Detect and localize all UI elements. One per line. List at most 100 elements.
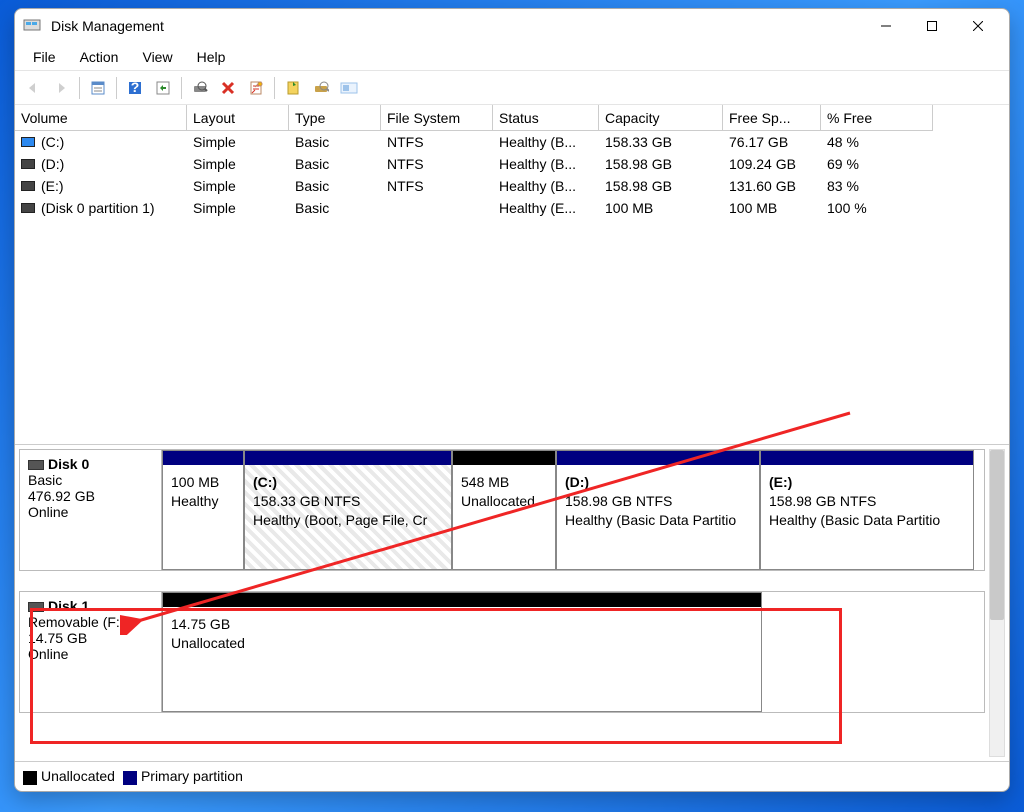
partition[interactable]: (C:)158.33 GB NTFSHealthy (Boot, Page Fi…: [244, 450, 452, 570]
volume-free: 131.60 GB: [723, 175, 821, 197]
disk-row[interactable]: Disk 0Basic476.92 GBOnline100 MBHealthy(…: [19, 449, 985, 571]
close-button[interactable]: [955, 11, 1001, 41]
show-hide-tree-button[interactable]: [86, 76, 110, 100]
properties-button[interactable]: [244, 76, 268, 100]
volume-capacity: 158.98 GB: [599, 153, 723, 175]
col-filesystem[interactable]: File System: [381, 105, 493, 131]
col-capacity[interactable]: Capacity: [599, 105, 723, 131]
col-status[interactable]: Status: [493, 105, 599, 131]
partition-line: Unallocated: [171, 634, 753, 653]
volume-free: 109.24 GB: [723, 153, 821, 175]
partition-line: Healthy: [171, 492, 235, 511]
disk-name: Disk 0: [48, 456, 89, 472]
partition-line: 100 MB: [171, 473, 235, 492]
disk-type: Removable (F:): [28, 614, 153, 630]
volume-pct-free: 83 %: [821, 175, 933, 197]
partition-body: 14.75 GBUnallocated: [163, 607, 761, 711]
volume-pct-free: 48 %: [821, 131, 933, 153]
partition-body: 100 MBHealthy: [163, 465, 243, 569]
volume-status: Healthy (E...: [493, 197, 599, 219]
help-button[interactable]: ?: [123, 76, 147, 100]
partition[interactable]: 548 MBUnallocated: [452, 450, 556, 570]
window-controls: [863, 11, 1001, 41]
menu-action[interactable]: Action: [68, 45, 131, 69]
legend: Unallocated Primary partition: [15, 761, 1009, 791]
volume-capacity: 158.33 GB: [599, 131, 723, 153]
col-volume[interactable]: Volume: [15, 105, 187, 131]
back-button: [21, 76, 45, 100]
menu-view[interactable]: View: [130, 45, 184, 69]
delete-button[interactable]: [216, 76, 240, 100]
drive-icon: [21, 159, 35, 169]
partition-body: (C:)158.33 GB NTFSHealthy (Boot, Page Fi…: [245, 465, 451, 569]
disk-panel-scrollbar[interactable]: [989, 449, 1005, 757]
partition[interactable]: 14.75 GBUnallocated: [162, 592, 762, 712]
disk-info: Disk 1Removable (F:)14.75 GBOnline: [20, 592, 162, 712]
col-pct-free[interactable]: % Free: [821, 105, 933, 131]
disk-type: Basic: [28, 472, 153, 488]
volume-filesystem: NTFS: [381, 131, 493, 153]
rescan-disks-button[interactable]: [188, 76, 212, 100]
partition-line: 14.75 GB: [171, 615, 753, 634]
disk-name: Disk 1: [48, 598, 89, 614]
partition[interactable]: (D:)158.98 GB NTFSHealthy (Basic Data Pa…: [556, 450, 760, 570]
drive-icon: [21, 181, 35, 191]
partition-bar: [557, 451, 759, 465]
partition-line: 158.98 GB NTFS: [565, 492, 751, 511]
more-actions-button[interactable]: [337, 76, 361, 100]
volume-layout: Simple: [187, 153, 289, 175]
partition-body: (D:)158.98 GB NTFSHealthy (Basic Data Pa…: [557, 465, 759, 569]
refresh-button[interactable]: [151, 76, 175, 100]
maximize-button[interactable]: [909, 11, 955, 41]
volume-status: Healthy (B...: [493, 131, 599, 153]
partition-bar: [453, 451, 555, 465]
legend-primary: Primary partition: [141, 768, 243, 784]
volume-filesystem: [381, 197, 493, 219]
volume-row[interactable]: (C:)SimpleBasicNTFSHealthy (B...158.33 G…: [15, 131, 1009, 153]
partition-line: (D:): [565, 473, 751, 492]
menu-help[interactable]: Help: [185, 45, 238, 69]
partition-line: (E:): [769, 473, 965, 492]
menu-file[interactable]: File: [21, 45, 68, 69]
disk-graphical-view[interactable]: Disk 0Basic476.92 GBOnline100 MBHealthy(…: [15, 445, 1009, 761]
minimize-button[interactable]: [863, 11, 909, 41]
volume-layout: Simple: [187, 131, 289, 153]
new-spanned-button[interactable]: [281, 76, 305, 100]
scrollbar-thumb[interactable]: [990, 450, 1004, 620]
partition-bar: [245, 451, 451, 465]
partition-line: Healthy (Basic Data Partitio: [565, 511, 751, 530]
partition-line: 548 MB: [461, 473, 547, 492]
window-frame: Disk Management File Action View Help ? …: [14, 8, 1010, 792]
partition[interactable]: (E:)158.98 GB NTFSHealthy (Basic Data Pa…: [760, 450, 974, 570]
volume-name: (E:): [41, 178, 64, 194]
volume-row[interactable]: (E:)SimpleBasicNTFSHealthy (B...158.98 G…: [15, 175, 1009, 197]
disk-size: 476.92 GB: [28, 488, 153, 504]
partition-bar: [761, 451, 973, 465]
partitions-container: 100 MBHealthy(C:)158.33 GB NTFSHealthy (…: [162, 450, 984, 570]
disk-state: Online: [28, 646, 153, 662]
partition-line: 158.33 GB NTFS: [253, 492, 443, 511]
partition-bar: [163, 593, 761, 607]
volume-list[interactable]: Volume Layout Type File System Status Ca…: [15, 105, 1009, 445]
settings-button[interactable]: [309, 76, 333, 100]
disk-row[interactable]: Disk 1Removable (F:)14.75 GBOnline14.75 …: [19, 591, 985, 713]
col-layout[interactable]: Layout: [187, 105, 289, 131]
volume-status: Healthy (B...: [493, 175, 599, 197]
disk-icon: [28, 602, 44, 612]
col-type[interactable]: Type: [289, 105, 381, 131]
volume-row[interactable]: (Disk 0 partition 1)SimpleBasicHealthy (…: [15, 197, 1009, 219]
disk-size: 14.75 GB: [28, 630, 153, 646]
disk-info: Disk 0Basic476.92 GBOnline: [20, 450, 162, 570]
volume-name: (C:): [41, 134, 64, 150]
titlebar[interactable]: Disk Management: [15, 9, 1009, 43]
partition[interactable]: 100 MBHealthy: [162, 450, 244, 570]
volume-row[interactable]: (D:)SimpleBasicNTFSHealthy (B...158.98 G…: [15, 153, 1009, 175]
volume-free: 76.17 GB: [723, 131, 821, 153]
volume-free: 100 MB: [723, 197, 821, 219]
partition-line: Unallocated: [461, 492, 547, 511]
partition-line: Healthy (Basic Data Partitio: [769, 511, 965, 530]
volume-capacity: 100 MB: [599, 197, 723, 219]
col-free-space[interactable]: Free Sp...: [723, 105, 821, 131]
legend-swatch-unallocated: [23, 771, 37, 785]
drive-icon: [21, 203, 35, 213]
